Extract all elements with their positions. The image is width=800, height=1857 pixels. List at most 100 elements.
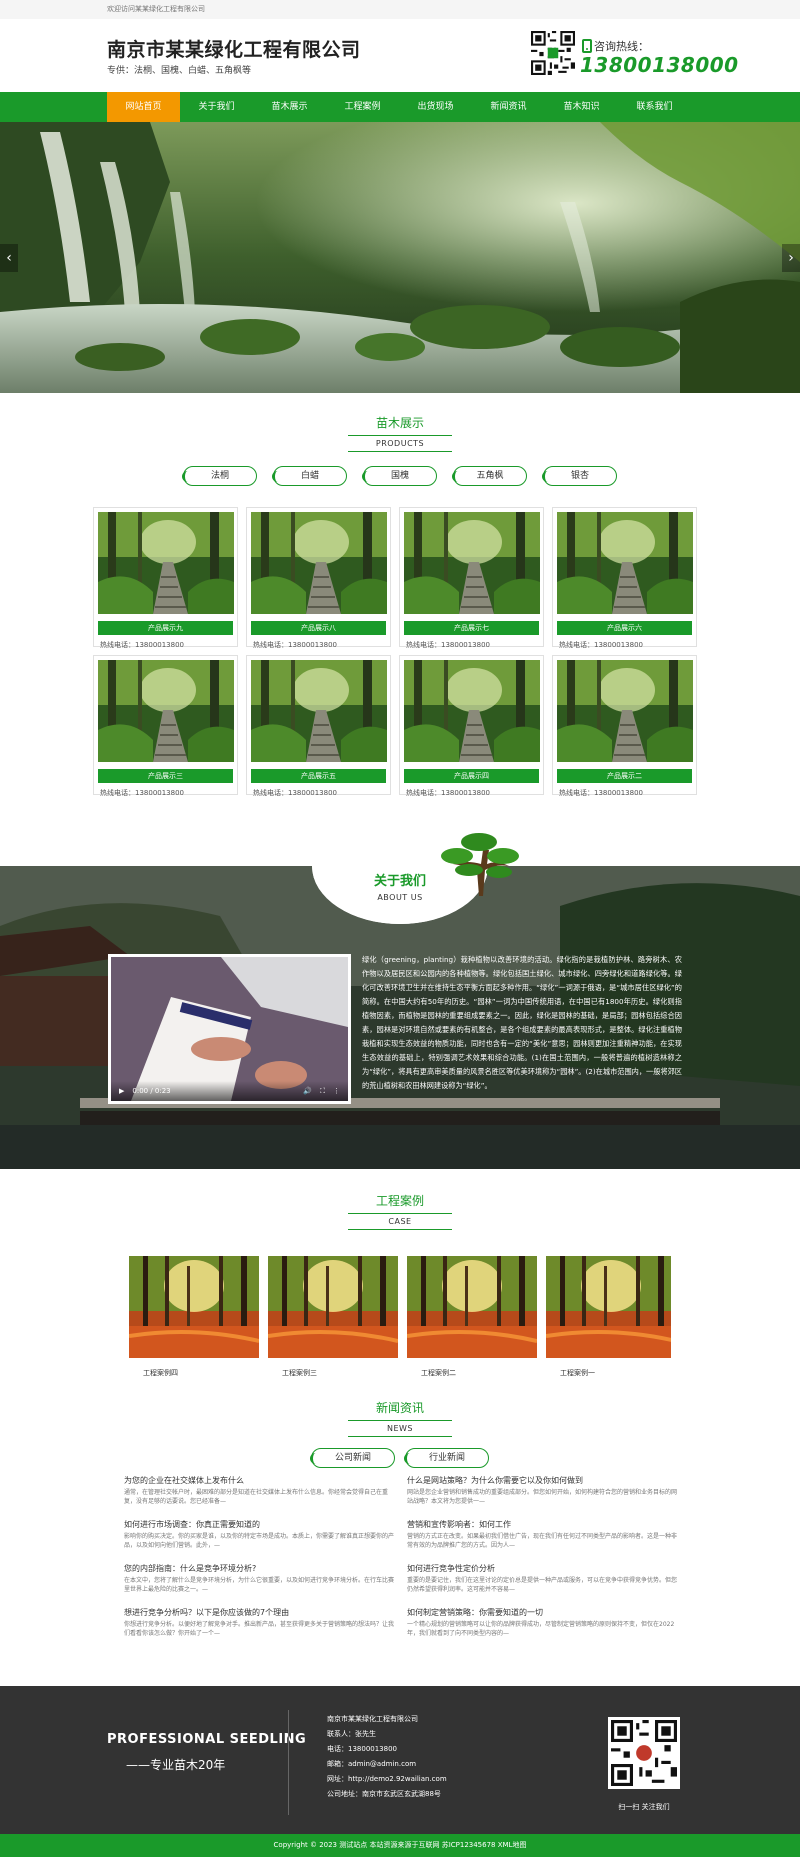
news-item[interactable]: 想进行竞争分析吗？以下是你应该做的7个理由 你想进行竞争分析。以便好地了解竞争对手… <box>124 1607 394 1638</box>
product-tel: 热线电话：13800013800 <box>559 789 643 797</box>
product-card[interactable]: 产品展示八 热线电话：13800013800 <box>246 507 391 649</box>
more-options-icon[interactable]: ⋮ <box>333 1087 340 1095</box>
news-tab[interactable]: 行业新闻 <box>404 1448 489 1468</box>
hotline-number[interactable]: 13800138000 <box>580 53 739 77</box>
product-name[interactable]: 产品展示七 <box>404 621 539 635</box>
news-summary: 通常，在管理社交帐户时，最困难的部分是知道在社交媒体上发布什么信息。你经常会觉得… <box>124 1489 389 1505</box>
chevron-left-icon: ‹ <box>6 250 12 266</box>
news-tab[interactable]: 公司新闻 <box>310 1448 395 1468</box>
product-card[interactable]: 产品展示九 热线电话：13800013800 <box>93 507 238 649</box>
product-image <box>557 660 693 762</box>
about-text: 绿化（greening，planting）栽种植物以改善环境的活动。绿化指的是栽… <box>362 955 682 1090</box>
play-icon[interactable]: ▶ <box>119 1087 124 1095</box>
news-title[interactable]: 您的内部指南：什么是竞争环境分析? <box>124 1563 394 1575</box>
case-name[interactable]: 工程案例三 <box>268 1368 398 1378</box>
product-card[interactable]: 产品展示七 热线电话：13800013800 <box>399 507 544 649</box>
nav-item[interactable]: 联系我们 <box>618 92 691 122</box>
case-item[interactable]: 工程案例一 <box>545 1256 671 1378</box>
product-card[interactable]: 产品展示四 热线电话：13800013800 <box>399 655 544 797</box>
product-tel: 热线电话：13800013800 <box>100 789 184 797</box>
product-card[interactable]: 产品展示二热线电话：13800013800 <box>552 655 697 797</box>
news-title[interactable]: 什么是网站策略？为什么你需要它以及你如何做到 <box>407 1475 677 1487</box>
hero-banner[interactable]: ‹ › <box>0 122 800 393</box>
qr-code-icon <box>531 31 575 75</box>
nav-item[interactable]: 工程案例 <box>326 92 399 122</box>
case-image <box>129 1256 260 1358</box>
news-summary: 影响你的购买决定。你的买家是谁，以及你的特定市场是成功。本质上，你需要了解谁真正… <box>124 1533 395 1549</box>
footer-website[interactable]: 网址：http://demo2.92wailian.com <box>327 1772 447 1787</box>
header-slogan: 专供：法桐、国槐、白蜡、五角枫等 <box>107 66 252 76</box>
footer-qr-code <box>608 1717 680 1789</box>
news-title-cn: 新闻资讯 <box>375 1401 424 1415</box>
nav-item[interactable]: 关于我们 <box>180 92 253 122</box>
product-card[interactable]: 产品展示六 热线电话：13800013800 <box>552 507 697 649</box>
nav-item[interactable]: 出货现场 <box>399 92 472 122</box>
cases-title-cn: 工程案例 <box>375 1194 424 1208</box>
news-title-en: NEWS <box>386 1424 414 1433</box>
case-item[interactable]: 工程案例二 <box>406 1256 538 1378</box>
news-item[interactable]: 如何进行竞争性定价分析 重要的是要记住，我们在这里讨论的定价总是提供一种产品或服务… <box>407 1563 677 1594</box>
case-image <box>545 1256 671 1358</box>
news-summary: 营销的方式正在改变。如果最初我们借住广告，现在我们有任何过不同类型产品的影响者。… <box>407 1533 678 1549</box>
product-name[interactable]: 产品展示四 <box>404 769 539 783</box>
product-name[interactable]: 产品展示六 <box>557 621 692 635</box>
news-title[interactable]: 如何进行市场调查：你真正需要知道的 <box>124 1519 394 1531</box>
case-item[interactable]: 工程案例四 <box>129 1256 260 1378</box>
product-tab[interactable]: 白蜡 <box>272 466 347 486</box>
product-name[interactable]: 产品展示二 <box>557 769 692 783</box>
footer-phone: 电话：13800013800 <box>327 1745 397 1753</box>
news-title[interactable]: 如何进行竞争性定价分析 <box>407 1563 677 1575</box>
nav-item[interactable]: 网站首页 <box>107 92 180 122</box>
news-item[interactable]: 您的内部指南：什么是竞争环境分析? 在本文中，您将了解什么是竞争环境分析，为什么它… <box>124 1563 394 1594</box>
company-name[interactable]: 南京市某某绿化工程有限公司 <box>107 35 361 62</box>
product-name[interactable]: 产品展示九 <box>98 621 233 635</box>
product-tab[interactable]: 银杏 <box>542 466 617 486</box>
product-tab[interactable]: 五角枫 <box>452 466 527 486</box>
news-item[interactable]: 营销和宣传影响者：如何工作营销的方式正在改变。如果最初我们借住广告，现在我们有任… <box>407 1519 677 1550</box>
fullscreen-icon[interactable]: ⛶ <box>320 1087 325 1096</box>
hotline-label: 咨询热线： <box>582 38 649 54</box>
news-category-tabs: 公司新闻 行业新闻 <box>0 1448 800 1468</box>
heading-divider <box>348 1213 452 1214</box>
product-card[interactable]: 产品展示三热线电话：13800013800 <box>93 655 238 797</box>
nav-item[interactable]: 新闻资讯 <box>472 92 545 122</box>
heading-divider <box>348 1436 452 1437</box>
product-image <box>404 660 540 762</box>
news-summary: 一个精心规划的营销策略可以让你的品牌获得成功，尽管制定营销策略的原则保持不变，但… <box>407 1621 675 1637</box>
nav-item[interactable]: 苗木知识 <box>545 92 618 122</box>
news-item[interactable]: 什么是网站策略？为什么你需要它以及你如何做到网站是您企业营销和销售成功的重要组成… <box>407 1475 677 1506</box>
heading-divider <box>348 451 452 452</box>
heading-divider <box>348 1420 452 1421</box>
news-item[interactable]: 如何制定营销策略：你需要知道的一切一个精心规划的营销策略可以让你的品牌获得成功，… <box>407 1607 677 1638</box>
case-item[interactable]: 工程案例三 <box>267 1256 399 1378</box>
case-name[interactable]: 工程案例四 <box>129 1368 259 1378</box>
volume-icon[interactable]: 🔊 <box>303 1087 312 1095</box>
about-video-player[interactable]: ▶ 0:00 / 0:23 🔊 ⛶ ⋮ <box>108 954 351 1104</box>
news-item[interactable]: 为您的企业在社交媒体上发布什么通常，在管理社交帐户时，最困难的部分是知道在社交媒… <box>124 1475 394 1506</box>
news-title[interactable]: 营销和宣传影响者：如何工作 <box>407 1519 677 1531</box>
product-name[interactable]: 产品展示三 <box>98 769 233 783</box>
product-tab[interactable]: 法桐 <box>182 466 257 486</box>
footer-qr-label: 扫一扫 关注我们 <box>618 1803 670 1811</box>
top-bar: 欢迎访问某某绿化工程有限公司 <box>0 0 800 19</box>
case-name[interactable]: 工程案例二 <box>407 1368 537 1378</box>
product-image <box>557 512 693 614</box>
product-card[interactable]: 产品展示五 热线电话：13800013800 <box>246 655 391 797</box>
news-title[interactable]: 为您的企业在社交媒体上发布什么 <box>124 1475 394 1487</box>
footer-email[interactable]: 邮箱：admin@admin.com <box>327 1757 447 1772</box>
case-image <box>406 1256 538 1358</box>
nav-item[interactable]: 苗木展示 <box>253 92 326 122</box>
banner-prev-button[interactable]: ‹ <box>0 244 18 272</box>
news-title[interactable]: 想进行竞争分析吗？以下是你应该做的7个理由 <box>124 1607 394 1619</box>
about-title-cn: 关于我们 <box>373 874 426 889</box>
case-name[interactable]: 工程案例一 <box>546 1368 671 1378</box>
product-name[interactable]: 产品展示五 <box>251 769 386 783</box>
product-name[interactable]: 产品展示八 <box>251 621 386 635</box>
news-item[interactable]: 如何进行市场调查：你真正需要知道的影响你的购买决定。你的买家是谁，以及你的特定市… <box>124 1519 394 1550</box>
product-tab[interactable]: 国槐 <box>362 466 437 486</box>
banner-next-button[interactable]: › <box>782 244 800 272</box>
news-summary: 网站是您企业营销和销售成功的重要组成部分。但您如何开始，如何构建符合您的营销和业… <box>407 1489 678 1505</box>
news-title[interactable]: 如何制定营销策略：你需要知道的一切 <box>407 1607 677 1619</box>
hotline-label-text: 咨询热线： <box>594 40 649 53</box>
news-list-left: 为您的企业在社交媒体上发布什么通常，在管理社交帐户时，最困难的部分是知道在社交媒… <box>124 1475 394 1651</box>
